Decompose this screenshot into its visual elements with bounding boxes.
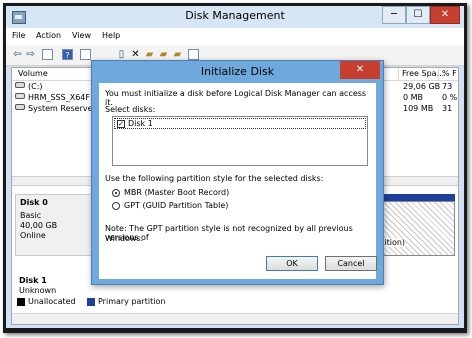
volume-free: 0 MB	[403, 93, 424, 102]
drive-icon	[15, 93, 25, 99]
legend-label: Unallocated	[28, 297, 76, 306]
ok-button[interactable]: OK	[266, 256, 318, 271]
disk-name: Disk 0	[20, 198, 48, 207]
legend: Unallocated Primary partition	[17, 296, 457, 310]
cancel-button[interactable]: Cancel	[325, 256, 377, 271]
column-volume[interactable]: Volume	[18, 69, 48, 78]
menu-action[interactable]: Action	[36, 31, 61, 40]
gpt-note-line2: Windows.	[105, 234, 144, 243]
column-percent-free[interactable]: % F	[442, 69, 457, 78]
drive-icon	[15, 104, 25, 110]
volume-pct: 73	[442, 82, 453, 91]
mbr-radio[interactable]	[112, 189, 120, 197]
gpt-note-line1: Note: The GPT partition style is not rec…	[105, 224, 353, 242]
select-disks-label: Select disks:	[105, 105, 156, 114]
disk-management-window: Disk Management ─ ☐ ✕ File Action View H…	[6, 6, 464, 328]
maximize-button[interactable]: ☐	[406, 6, 430, 24]
disk-type: Basic	[20, 211, 42, 220]
volume-name: System Reserve	[28, 104, 93, 113]
legend-swatch-primary	[87, 298, 95, 306]
disk-type: Unknown	[19, 286, 57, 295]
volume-name: HRM_SSS_X64F	[28, 93, 90, 102]
volume-free: 29,06 GB	[403, 82, 441, 91]
properties-doc-icon[interactable]: ▯	[116, 49, 127, 60]
horizontal-scrollbar[interactable]	[12, 313, 458, 324]
drive-icon	[15, 82, 25, 88]
help-icon[interactable]: ?	[62, 49, 73, 60]
menu-view[interactable]: View	[72, 31, 91, 40]
disk-size: 40,00 GB	[20, 221, 58, 230]
forward-icon[interactable]: ⇨	[25, 49, 36, 60]
volume-name: (C:)	[28, 82, 43, 91]
gpt-label[interactable]: GPT (GUID Partition Table)	[124, 201, 228, 210]
screenshot-frame: Disk Management ─ ☐ ✕ File Action View H…	[3, 3, 467, 333]
folder-icon[interactable]: ▰	[144, 49, 155, 60]
properties-icon[interactable]	[80, 49, 91, 60]
gpt-radio[interactable]	[112, 202, 120, 210]
disk-0-label[interactable]: Disk 0 Basic 40,00 GB Online	[15, 194, 93, 256]
menu-bar: File Action View Help	[6, 28, 464, 45]
delete-icon[interactable]: ✕	[130, 49, 141, 60]
menu-help[interactable]: Help	[102, 31, 120, 40]
dialog-close-button[interactable]: ✕	[340, 61, 380, 79]
disk-listbox[interactable]: ✓ Disk 1	[112, 116, 368, 166]
folder-open-icon[interactable]: ▰	[158, 49, 169, 60]
folder-search-icon[interactable]: ▰	[172, 49, 183, 60]
title-bar: Disk Management ─ ☐ ✕	[6, 6, 464, 28]
volume-pct: 0 %	[442, 93, 458, 102]
column-separator	[398, 68, 399, 80]
mbr-label[interactable]: MBR (Master Boot Record)	[124, 188, 229, 197]
disk-status: Online	[20, 231, 46, 240]
disk-list-label: Disk 1	[128, 119, 153, 128]
disk-checkbox[interactable]: ✓	[117, 120, 125, 128]
close-window-button[interactable]: ✕	[430, 6, 460, 24]
volume-free: 109 MB	[403, 104, 434, 113]
disk-name: Disk 1	[19, 276, 47, 285]
partition-style-label: Use the following partition style for th…	[105, 174, 324, 183]
legend-swatch-unallocated	[17, 298, 25, 306]
dialog-body: You must initialize a disk before Logica…	[99, 83, 377, 279]
back-icon[interactable]: ⇦	[12, 49, 23, 60]
volume-pct: 31	[442, 104, 453, 113]
minimize-button[interactable]: ─	[382, 6, 406, 24]
menu-file[interactable]: File	[12, 31, 25, 40]
grid-icon[interactable]	[42, 49, 53, 60]
disk-list-item[interactable]: ✓ Disk 1	[114, 118, 366, 129]
column-separator	[438, 68, 439, 80]
initialize-disk-dialog: Initialize Disk ✕ You must initialize a …	[91, 60, 384, 285]
legend-label: Primary partition	[98, 297, 166, 306]
search-icon[interactable]	[188, 49, 199, 60]
